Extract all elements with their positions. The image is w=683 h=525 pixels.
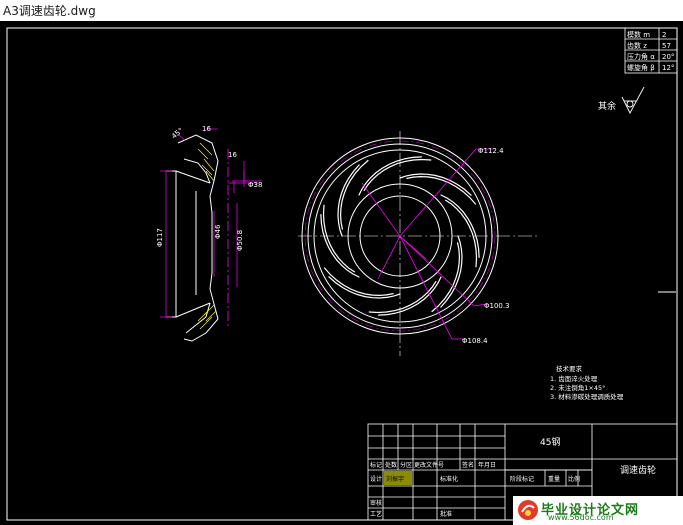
tb-scale: 比例 — [568, 475, 580, 483]
param-value-1: 57 — [662, 42, 671, 50]
tb-label-zone: 分区 — [400, 461, 412, 469]
notes-item-0: 1. 齿面淬火处理 — [550, 374, 598, 383]
watermark-logo-icon — [518, 500, 538, 520]
param-label-2: 压力角 α — [627, 52, 655, 61]
tb-label-mark: 标记 — [370, 461, 382, 469]
tb-designer: 刘振宇 — [386, 475, 404, 483]
gear-slot-edge — [378, 276, 442, 316]
tb-material: 45钢 — [540, 436, 560, 448]
gear-slot-edge — [320, 214, 360, 278]
dim-side-d1: Φ38 — [248, 181, 262, 189]
front-view: Φ112.4 Φ100.3 Φ108.4 — [298, 131, 538, 356]
param-value-0: 2 — [662, 31, 666, 39]
tb-approve: 批准 — [440, 510, 452, 518]
tb-label-change: 更改文件号 — [414, 461, 444, 469]
technical-notes: 技术要求 1. 齿面淬火处理 2. 未注倒角1×45° 3. 材料渗碳处理调质处… — [550, 364, 624, 401]
tb-review: 审核 — [370, 499, 382, 507]
tb-process: 工艺 — [370, 510, 382, 518]
dim-side-d2: Φ46 — [214, 224, 222, 239]
dim-side-d4: Φ117 — [156, 228, 164, 247]
notes-item-2: 3. 材料渗碳处理调质处理 — [550, 392, 624, 401]
tb-label-date: 年月日 — [478, 461, 496, 469]
dim-front-d1: Φ112.4 — [478, 147, 504, 155]
param-label-0: 模数 m — [627, 30, 650, 39]
dim-front-d2: Φ100.3 — [484, 302, 510, 310]
tb-standard: 标准化 — [440, 475, 458, 483]
window-titlebar: A3调速齿轮.dwg — [0, 0, 683, 22]
watermark-url: www.56doc.com — [548, 513, 614, 522]
gear-slot-edge — [358, 156, 422, 196]
dim-side-top: 16 — [202, 125, 211, 133]
side-view: 45° 16 16 Φ38 Φ46 Φ50.8 Φ117 — [156, 125, 262, 342]
tb-weight: 重量 — [548, 475, 560, 483]
tb-part-name: 调速齿轮 — [620, 464, 656, 476]
dim-front-d3: Φ108.4 — [462, 337, 488, 345]
notes-item-1: 2. 未注倒角1×45° — [550, 383, 605, 392]
dim-side-width: 16 — [228, 151, 237, 159]
drawing-canvas[interactable]: 模数 m 2 齿数 z 57 压力角 α 20° 螺旋角 β 12° 其余 45… — [0, 21, 683, 525]
tb-label-count: 处数 — [385, 461, 397, 469]
tb-label-sign: 签名 — [462, 461, 474, 469]
drawing-frame — [6, 27, 678, 521]
window-title: A3调速齿轮.dwg — [3, 4, 96, 18]
cad-drawing[interactable]: 模数 m 2 齿数 z 57 压力角 α 20° 螺旋角 β 12° 其余 45… — [0, 21, 683, 525]
tb-design: 设计 — [370, 475, 382, 483]
roughness-symbol — [621, 86, 645, 114]
notes-heading: 技术要求 — [556, 364, 583, 373]
param-label-3: 螺旋角 β — [627, 63, 655, 72]
param-value-3: 12° — [662, 64, 674, 72]
roughness-label: 其余 — [598, 100, 616, 112]
tb-stage: 阶段标记 — [510, 475, 534, 483]
dim-side-d3: Φ50.8 — [236, 230, 244, 251]
param-label-1: 齿数 z — [627, 41, 647, 50]
param-value-2: 20° — [662, 53, 674, 61]
gear-slot-edge — [440, 194, 480, 258]
